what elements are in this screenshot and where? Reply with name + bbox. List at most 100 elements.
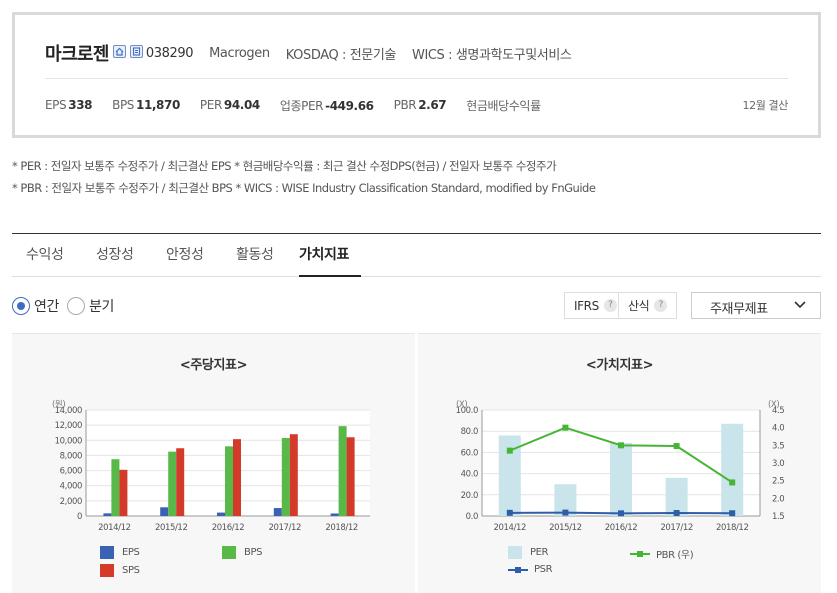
metric-label: PBR <box>393 98 417 112</box>
metric-label: 업종PER <box>279 98 324 113</box>
metric-item: EPS 338 <box>45 98 93 112</box>
y-right-tick-label: 2.0 <box>772 494 784 504</box>
legend-pbr-label: PBR (우) <box>656 550 694 561</box>
legend-bps-swatch <box>222 546 236 559</box>
psr-point <box>729 510 736 517</box>
metric-value: 11,870 <box>136 98 180 112</box>
company-name: 마크로젠 <box>45 44 109 65</box>
formula-label: 산식 <box>628 299 650 313</box>
y-left-tick-label: 0.0 <box>466 512 478 522</box>
legend-per-swatch <box>508 546 522 559</box>
tab-valuation[interactable]: 가치지표 <box>299 244 349 264</box>
stock-code: 038290 <box>145 45 194 61</box>
y-right-tick-label: 3.5 <box>772 441 784 451</box>
settlement-month: 12월 결산 <box>742 99 789 112</box>
tab-profitability[interactable]: 수익성 <box>26 244 64 264</box>
legend-eps-label: EPS <box>122 547 140 558</box>
legend-psr-swatch <box>508 565 528 575</box>
metric-item: 업종PER -449.66 <box>280 97 374 114</box>
per-share-chart-panel: <주당지표> 0 2,000 4,000 6,000 8,000 10,000 12,000… <box>12 333 415 593</box>
bar-per <box>721 423 744 516</box>
x-tick-label: 2016/12 <box>212 523 245 533</box>
tab-stability[interactable]: 안정성 <box>166 244 204 264</box>
x-tick-label: 2017/12 <box>660 523 693 533</box>
y-tick-label: 12,000 <box>55 421 82 431</box>
pbr-point <box>562 424 569 431</box>
bar-bps <box>338 426 347 516</box>
report-icon[interactable] <box>129 44 143 58</box>
bar-bps <box>111 459 120 516</box>
statement-type-dropdown[interactable]: 주재무제표 <box>691 292 821 319</box>
y-tick-label: 8,000 <box>60 451 82 461</box>
market-info: KOSDAQ : 전문기술 <box>285 47 397 63</box>
metric-item: 현금배당수익률 <box>466 97 542 114</box>
company-title-row: 마크로젠 038290 Macrogen KOSDAQ : 전문기술 WICS … <box>45 41 572 65</box>
psr-point <box>506 509 513 516</box>
metric-value: 2.67 <box>418 98 447 112</box>
bar-bps <box>168 451 177 516</box>
bar-sps <box>233 439 241 516</box>
annual-radio-label[interactable]: 연간 <box>34 296 59 316</box>
bar-eps <box>273 508 282 516</box>
metric-item: PER 94.04 <box>200 98 260 112</box>
quarter-radio-label[interactable]: 분기 <box>89 296 114 316</box>
dropdown-selected-label: 주재무제표 <box>710 302 768 317</box>
pbr-point <box>729 479 736 486</box>
company-english-name: Macrogen <box>209 45 270 61</box>
legend-psr: PSR <box>508 564 553 575</box>
bar-sps <box>119 469 128 516</box>
y-tick-label: 6,000 <box>60 467 82 477</box>
legend-per: PER <box>508 546 549 559</box>
help-icon[interactable]: ? <box>603 299 617 312</box>
y-axis-unit: (원) <box>52 400 65 410</box>
wics-info: WICS : 생명과학도구및서비스 <box>411 47 572 63</box>
x-tick-label: 2015/12 <box>549 523 582 533</box>
ifrs-button[interactable]: IFRS ? <box>564 292 619 319</box>
x-tick-label: 2018/12 <box>325 523 358 533</box>
pbr-point <box>618 442 624 449</box>
y-left-tick-label: 20.0 <box>461 491 478 501</box>
psr-point <box>673 510 680 517</box>
pbr-point <box>673 443 680 450</box>
metrics-row: EPS 338 BPS 11,870 PER 94.04 업종PER -449.66 PBR 2.… <box>45 95 563 115</box>
tab-growth[interactable]: 성장성 <box>96 244 134 264</box>
legend-pbr-swatch <box>630 549 650 559</box>
note-line-2: * PBR : 전일자 보통주 수정주가 / 최근결산 BPS * WICS :… <box>12 181 596 195</box>
metric-item: PBR 2.67 <box>394 98 447 112</box>
metric-label: PER <box>199 98 222 112</box>
metric-item: BPS 11,870 <box>112 98 180 112</box>
psr-point <box>618 510 624 517</box>
annual-radio[interactable] <box>12 297 30 315</box>
bar-eps <box>330 513 339 516</box>
y-right-tick-label: 4.0 <box>772 424 784 434</box>
y-left-tick-label: 60.0 <box>461 448 478 458</box>
metric-label: EPS <box>45 98 67 112</box>
chevron-down-icon <box>794 301 806 309</box>
y-left-tick-label: 80.0 <box>461 427 478 437</box>
y-right-tick-label: 3.0 <box>772 459 784 469</box>
legend-sps-swatch <box>100 564 114 577</box>
quarter-radio[interactable] <box>66 297 85 315</box>
x-tick-label: 2017/12 <box>269 523 302 533</box>
y-right-tick-label: 1.5 <box>772 512 784 522</box>
legend-bps-label: BPS <box>244 547 263 558</box>
help-icon[interactable]: ? <box>654 299 668 312</box>
note-line-1: * PER : 전일자 보통주 수정주가 / 최근결산 EPS * 현금배당수익… <box>12 159 557 173</box>
x-tick-label: 2015/12 <box>155 523 188 533</box>
y-tick-label: 10,000 <box>55 436 82 446</box>
bar-sps <box>176 448 185 516</box>
psr-point <box>562 509 569 516</box>
bar-sps <box>289 434 298 516</box>
valuation-chart: 0.020.040.060.080.0100.01.52.02.53.03.54… <box>456 400 785 533</box>
valuation-chart-panel: <가치지표> 0.0 20.0 40.0 60.0 80.0 100.0 1.5 2.0 2.5… <box>418 333 821 593</box>
ifrs-label: IFRS <box>574 298 599 313</box>
pbr-point <box>506 447 513 454</box>
x-tick-label: 2018/12 <box>716 523 749 533</box>
y-right-unit: (X) <box>768 400 779 410</box>
metric-label: BPS <box>112 98 134 112</box>
y-left-tick-label: 40.0 <box>461 470 478 480</box>
formula-button[interactable]: 산식 ? <box>619 292 677 319</box>
tab-activity[interactable]: 활동성 <box>236 244 274 264</box>
home-icon[interactable] <box>112 44 126 58</box>
y-tick-label: 2,000 <box>60 497 82 507</box>
